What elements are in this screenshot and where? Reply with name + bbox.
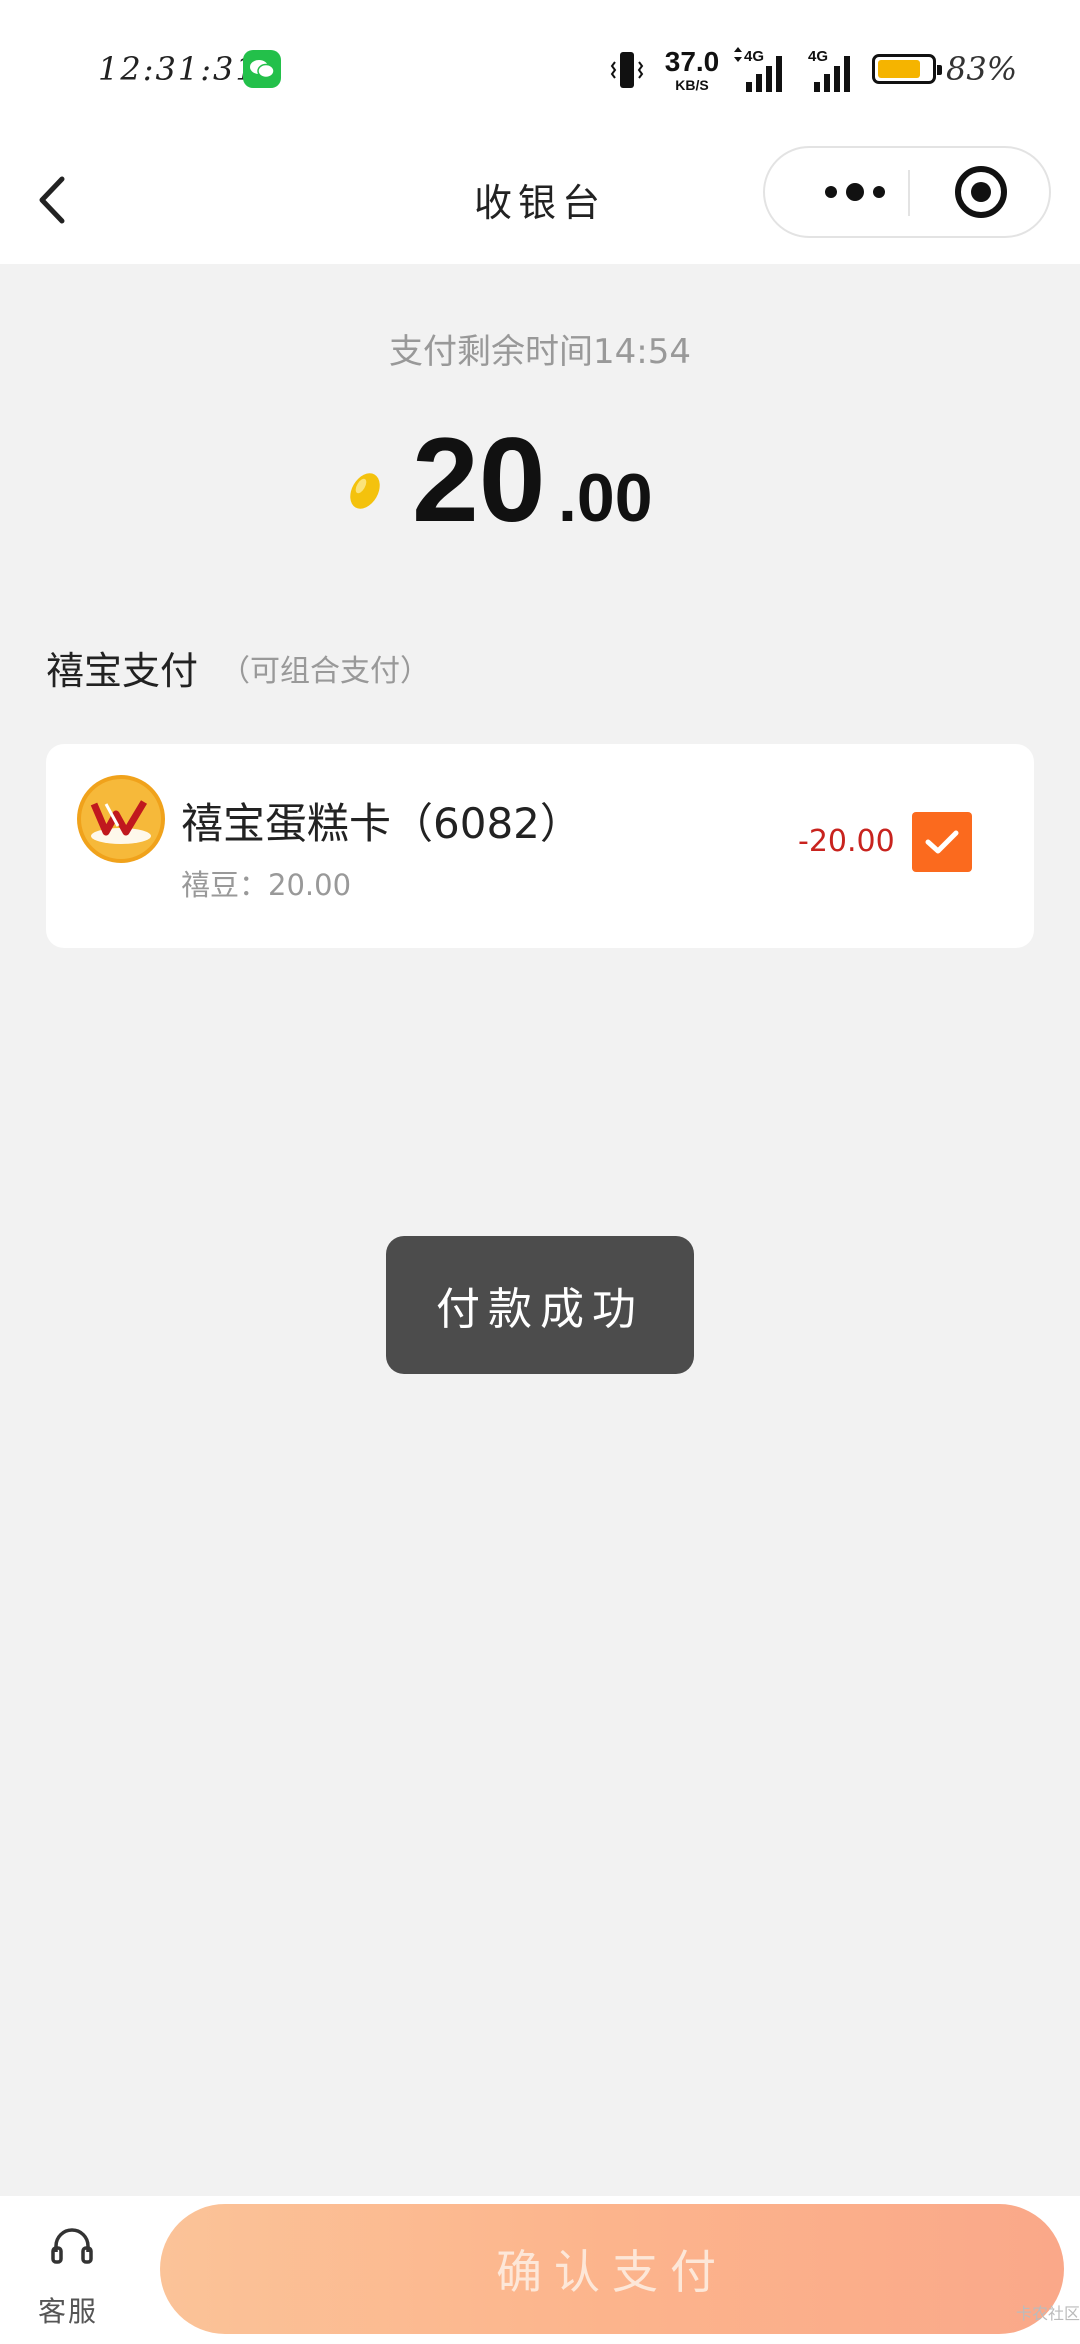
section-subtitle: （可组合支付）: [220, 654, 430, 689]
capsule-divider: [908, 170, 910, 216]
mini-program-capsule: [763, 146, 1051, 238]
card-balance: 禧豆：20.00: [181, 868, 352, 902]
network-speed-value: 37.0: [664, 46, 720, 77]
signal-4g-icon: 4G: [734, 47, 782, 92]
network-speed: 37.0 KB/S: [662, 46, 722, 93]
battery-percent: 83%: [946, 50, 1018, 88]
battery-tip: [937, 65, 942, 75]
more-dots-icon[interactable]: [795, 148, 915, 236]
gold-bean-icon: [350, 473, 380, 509]
amount-integer: 20: [412, 413, 546, 547]
network-speed-unit: KB/S: [675, 77, 709, 93]
section-title: 禧宝支付: [46, 649, 199, 693]
bottom-bar: 客服 确认支付 卡农社区: [0, 2196, 1080, 2344]
amount-decimal: .00: [558, 460, 653, 536]
card-deduct-amount: -20.00: [798, 824, 895, 859]
customer-service-label[interactable]: 客服: [38, 2290, 98, 2330]
headset-icon[interactable]: [48, 2222, 96, 2270]
card-checkbox[interactable]: [912, 812, 972, 872]
payment-amount: 20 .00: [0, 410, 1080, 550]
status-indicators: 37.0 KB/S 4G 4G 83%: [600, 40, 1080, 100]
xibao-logo-icon: [77, 775, 165, 863]
payment-countdown: 支付剩余时间14:54: [389, 332, 691, 372]
wechat-notification-icon: [243, 50, 281, 88]
signal-4g-icon-2: 4G: [808, 48, 850, 92]
toast-message: 付款成功: [386, 1236, 694, 1374]
nav-bar: 收银台: [0, 140, 1080, 264]
watermark: 卡农社区: [1015, 2304, 1080, 2323]
vibrate-icon: [610, 52, 644, 88]
card-name: 禧宝蛋糕卡（6082）: [181, 799, 582, 848]
confirm-pay-button[interactable]: 确认支付: [160, 2204, 1064, 2334]
battery-fill: [878, 60, 921, 78]
battery-icon: [872, 54, 942, 84]
signal-1-label: 4G: [744, 48, 764, 65]
status-time: 12:31:31: [98, 50, 258, 88]
payment-card-option[interactable]: 禧宝蛋糕卡（6082） 禧豆：20.00 -20.00: [46, 744, 1034, 948]
status-bar: 12:31:31 37.0 KB/S 4G 4G 83%: [0, 0, 1080, 140]
target-circle-icon[interactable]: [911, 148, 1051, 236]
signal-2-label: 4G: [808, 48, 828, 65]
checkmark-icon: [925, 830, 959, 854]
